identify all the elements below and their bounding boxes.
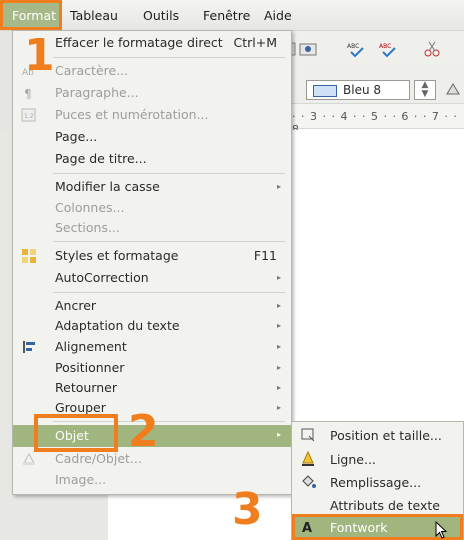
menu-item-label: Page de titre... [55,151,147,166]
submenu-item-label: Remplissage... [330,475,422,490]
menu-item-label: Paragraphe... [55,85,139,100]
menu-item-colonnes[interactable]: Colonnes... [13,198,291,218]
submenu-item-label: Ligne... [330,452,376,467]
menubar: Format Tableau Outils Fenêtre Aide [0,0,464,31]
menu-item-paragraphe[interactable]: ¶ Paragraphe... [13,83,291,103]
submenu-item-attributs[interactable]: Attributs de texte [292,494,463,516]
frame-icon [23,452,35,465]
object-submenu: Position et taille... Ligne... Remplissa… [291,421,464,540]
menu-item-styles[interactable]: Styles et formatage F11 [13,246,291,266]
cut-icon[interactable] [422,40,442,58]
submenu-arrow-icon: ▸ [276,342,281,351]
menu-item-retourner[interactable]: Retourner ▸ [13,378,291,398]
menu-item-label: Sections... [55,220,120,235]
menu-item-label: Caractère... [55,63,129,78]
submenu-arrow-icon: ▸ [276,321,281,330]
menu-outils[interactable]: Outils [143,8,179,23]
mouse-cursor-icon [435,521,448,539]
step-1-annotation: 1 [24,30,55,81]
submenu-arrow-icon: ▸ [276,363,281,372]
menu-item-puces[interactable]: 1.2 Puces et numérotation... [13,105,291,125]
menu-item-label: Positionner [55,360,125,375]
submenu-item-label: Fontwork [330,520,388,535]
fontwork-icon: A [302,521,312,535]
ruler: · · 3 · · 4 · · 5 · · 6 · · 7 · · 8 [280,103,464,136]
menu-item-label: Retourner [55,380,117,395]
fill-bucket-icon [302,475,316,488]
menu-item-label: AutoCorrection [55,270,149,285]
align-icon [23,341,35,353]
menu-item-label: Puces et numérotation... [55,107,209,122]
spin-stepper[interactable]: ▲ ▼ [414,80,436,100]
menu-item-label: Ancrer [55,298,97,313]
menu-item-label: Image... [55,472,107,487]
step-3-annotation: 3 [232,484,263,535]
line-icon [302,451,314,466]
menu-aide[interactable]: Aide [264,8,292,23]
color-swatch [313,85,337,97]
autospellcheck-icon[interactable]: ABC [378,40,398,58]
menu-item-adaptation[interactable]: Adaptation du texte ▸ [13,316,291,336]
menu-fenetre[interactable]: Fenêtre [203,8,250,23]
submenu-item-fontwork[interactable]: A Fontwork [292,514,463,540]
submenu-arrow-icon: ▸ [276,430,281,439]
menu-item-autocorrection[interactable]: AutoCorrection ▸ [13,268,291,288]
shortcut-label: F11 [253,248,277,263]
submenu-item-position-taille[interactable]: Position et taille... [292,424,463,446]
submenu-item-label: Attributs de texte [330,498,440,513]
submenu-arrow-icon: ▸ [276,182,281,191]
menu-item-label: Colonnes... [55,200,125,215]
menu-item-label: Effacer le formatage direct [55,35,223,50]
menu-separator [53,57,285,58]
menu-item-label: Styles et formatage [55,248,179,263]
spellcheck-icon[interactable]: ABC [346,40,366,58]
menu-item-page[interactable]: Page... [13,127,291,147]
menu-item-label: Page... [55,129,98,144]
menu-item-label: Modifier la casse [55,179,160,194]
submenu-arrow-icon: ▸ [276,273,281,282]
shortcut-label: Ctrl+M [233,35,278,50]
submenu-item-label: Position et taille... [330,428,442,443]
menu-item-modifier-casse[interactable]: Modifier la casse ▸ [13,177,291,197]
menu-separator [53,292,285,293]
submenu-item-ligne[interactable]: Ligne... [292,448,463,470]
image-icon[interactable] [298,40,318,58]
paragraph-icon: ¶ [24,87,32,101]
menu-separator [53,173,285,174]
standard-toolbar: ABC ABC [280,31,464,67]
objet-highlight-box [34,414,118,452]
menu-item-positionner[interactable]: Positionner ▸ [13,358,291,378]
highlight-icon[interactable] [443,80,463,100]
svg-text:¶: ¶ [24,87,32,101]
position-size-icon [301,428,315,442]
menu-item-ancrer[interactable]: Ancrer ▸ [13,296,291,316]
menu-format[interactable]: Format [0,0,62,30]
svg-text:1.2: 1.2 [24,113,34,120]
submenu-item-remplissage[interactable]: Remplissage... [292,471,463,493]
menu-item-caractere[interactable]: Ab Caractère... [13,61,291,81]
svg-text:A: A [302,521,312,535]
styles-icon [22,249,36,263]
menu-item-page-titre[interactable]: Page de titre... [13,149,291,169]
svg-text:ABC: ABC [347,43,359,50]
menu-item-sections[interactable]: Sections... [13,218,291,238]
submenu-arrow-icon: ▸ [276,383,281,392]
submenu-arrow-icon: ▸ [276,301,281,310]
menu-item-clear-direct[interactable]: Effacer le formatage direct Ctrl+M [13,33,291,53]
menu-separator [53,241,285,242]
bullets-icon: 1.2 [21,108,36,122]
color-select[interactable]: Bleu 8 [306,80,410,100]
menu-item-label: Grouper [55,400,106,415]
menu-item-alignement[interactable]: Alignement ▸ [13,337,291,357]
menu-item-label: Adaptation du texte [55,318,180,333]
step-2-annotation: 2 [128,406,159,457]
svg-text:ABC: ABC [379,43,391,50]
submenu-arrow-icon: ▸ [276,403,281,412]
menu-tableau[interactable]: Tableau [70,8,118,23]
color-value: Bleu 8 [343,83,382,97]
menu-item-label: Alignement [55,339,127,354]
